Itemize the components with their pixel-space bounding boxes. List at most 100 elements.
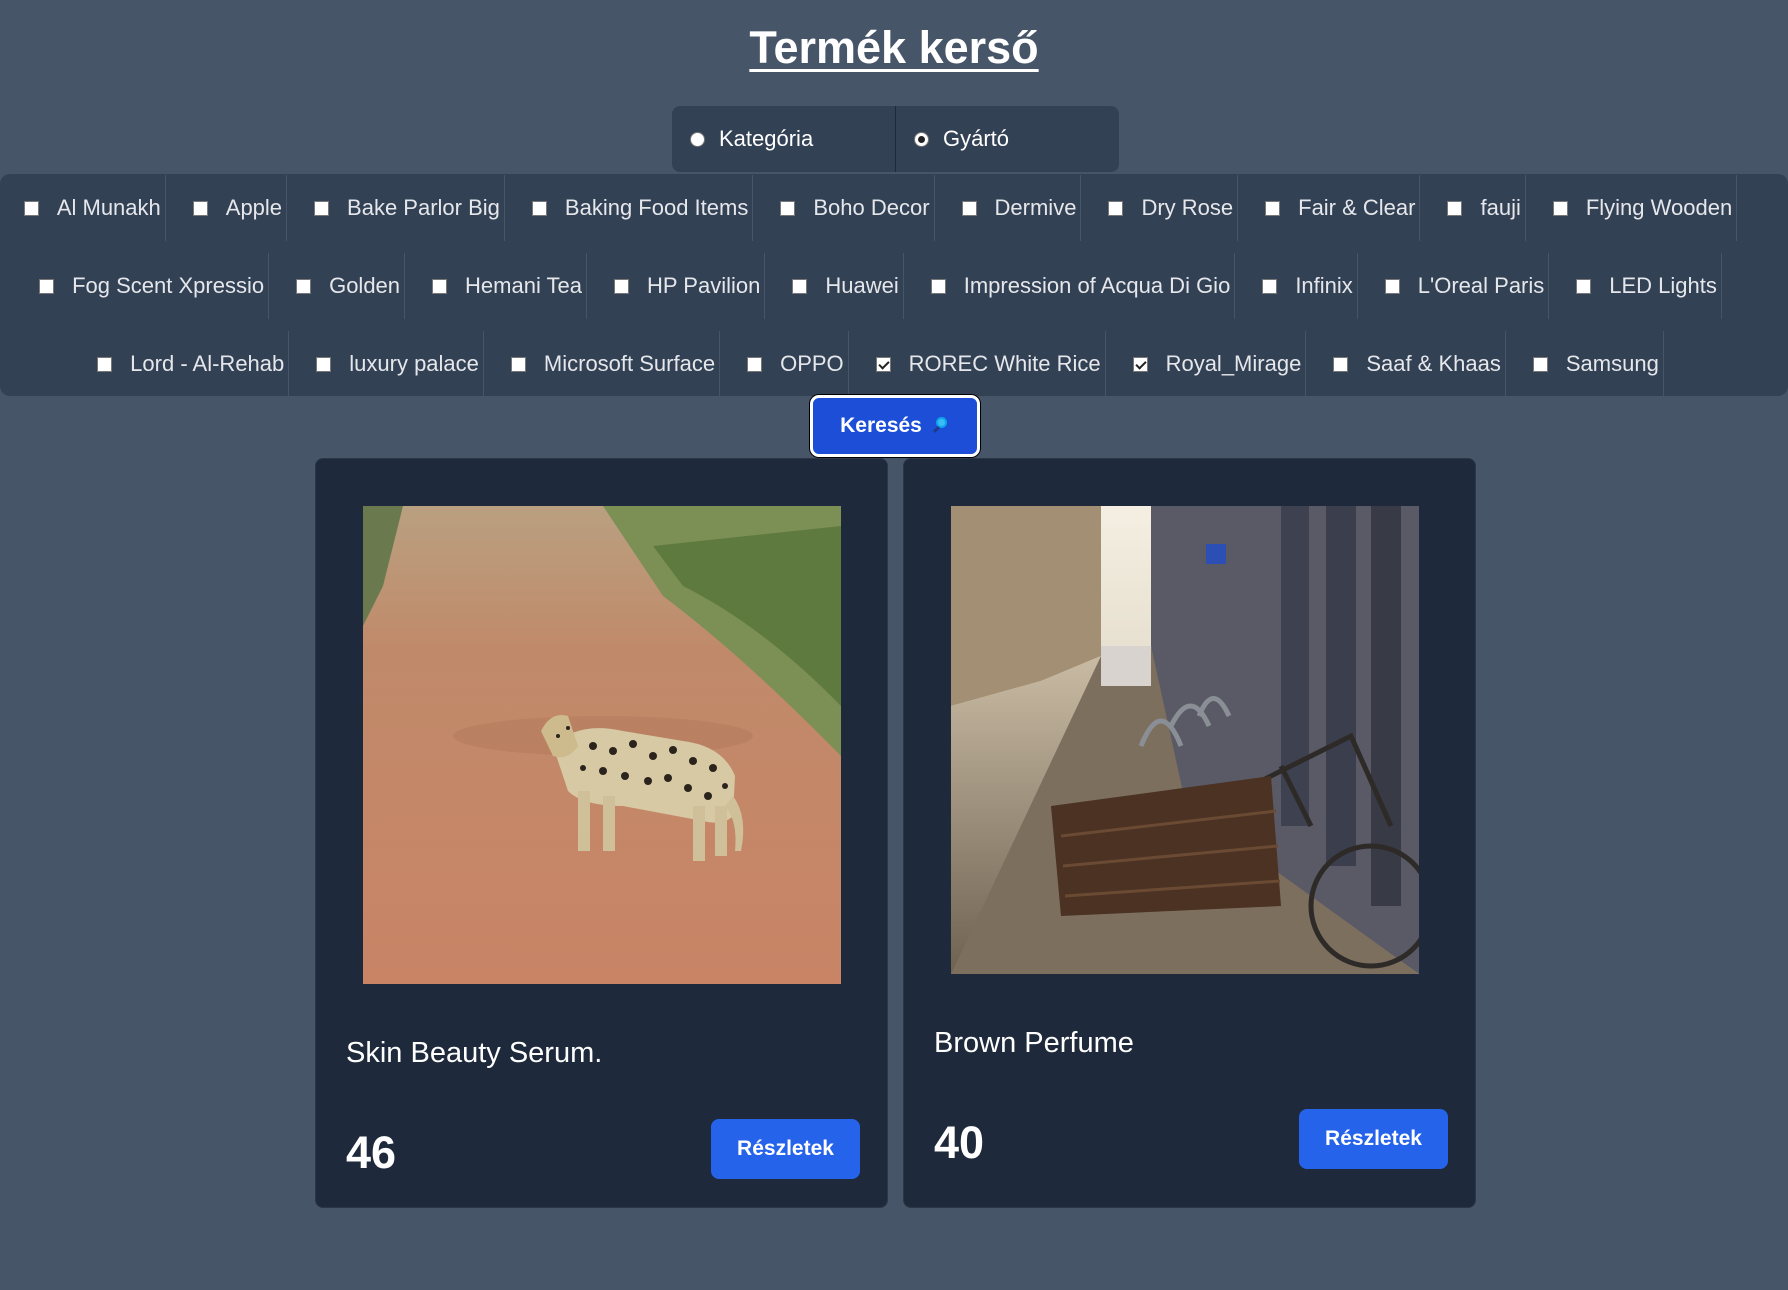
filter-option[interactable]: HP Pavilion [614, 253, 766, 319]
filter-option[interactable]: Huawei [792, 253, 904, 319]
search-button-label: Keresés [840, 414, 922, 437]
filter-label: HP Pavilion [647, 273, 761, 298]
filter-option[interactable]: Hemani Tea [432, 253, 588, 319]
filter-checkbox[interactable] [614, 278, 630, 294]
filter-label: L'Oreal Paris [1417, 273, 1545, 298]
filter-row: Lord - Al-Rehab luxury palace Microsoft Su… [0, 331, 1788, 397]
filter-option[interactable]: Al Munakh [23, 175, 166, 241]
filter-option[interactable]: Boho Decor [780, 175, 935, 241]
filter-label: Royal_Mirage [1165, 351, 1302, 376]
filter-label: Saaf & Khaas [1366, 351, 1501, 376]
filter-option[interactable]: Microsoft Surface [510, 331, 721, 397]
filter-checkbox[interactable] [1552, 200, 1568, 216]
filter-checkbox[interactable] [780, 200, 796, 216]
filter-checkbox[interactable] [1108, 200, 1124, 216]
filter-option[interactable]: Apple [192, 175, 288, 241]
filter-label: Infinix [1295, 273, 1353, 298]
filter-checkbox[interactable] [1333, 356, 1349, 372]
filter-option[interactable]: Samsung [1532, 331, 1664, 397]
filter-checkbox[interactable] [1532, 356, 1548, 372]
mode-label-category: Kategória [719, 126, 814, 151]
filter-checkbox[interactable] [747, 356, 763, 372]
filter-label: Huawei [825, 273, 899, 298]
filter-checkbox[interactable] [1262, 278, 1278, 294]
filter-label: fauji [1480, 195, 1521, 220]
filter-checkbox[interactable] [1132, 356, 1148, 372]
filter-label: Fair & Clear [1298, 195, 1416, 220]
filter-checkbox[interactable] [23, 200, 39, 216]
filter-label: Fog Scent Xpressio [72, 273, 265, 298]
filter-checkbox[interactable] [531, 200, 547, 216]
filter-label: Apple [225, 195, 283, 220]
filter-option[interactable]: luxury palace [316, 331, 484, 397]
filter-option[interactable]: Golden [296, 253, 406, 319]
filter-checkbox[interactable] [930, 278, 946, 294]
filter-checkbox[interactable] [39, 278, 55, 294]
filter-option[interactable]: Royal_Mirage [1132, 331, 1307, 397]
filter-option[interactable]: LED Lights [1576, 253, 1722, 319]
filter-label: Dermive [994, 195, 1077, 220]
details-button[interactable]: Részletek [1299, 1109, 1448, 1169]
filter-label: LED Lights [1609, 273, 1717, 298]
product-price: 46 [346, 1127, 397, 1178]
filter-checkbox[interactable] [875, 356, 891, 372]
filter-option[interactable]: Flying Wooden [1552, 175, 1738, 241]
filter-checkbox[interactable] [1384, 278, 1400, 294]
filter-row: Fog Scent Xpressio Golden Hemani Tea HP Pav… [0, 253, 1788, 319]
filter-option[interactable]: Saaf & Khaas [1333, 331, 1506, 397]
product-name: Brown Perfume [934, 1027, 1134, 1059]
filter-option[interactable]: Impression of Acqua Di Gio [930, 253, 1236, 319]
search-button[interactable]: Keresés [810, 395, 980, 457]
filter-label: Samsung [1565, 351, 1659, 376]
filter-checkbox[interactable] [432, 278, 448, 294]
mode-label-manufacturer: Gyártó [943, 126, 1010, 151]
filter-checkbox[interactable] [510, 356, 526, 372]
filter-checkbox[interactable] [1576, 278, 1592, 294]
filter-option[interactable]: Infinix [1262, 253, 1358, 319]
filter-checkbox[interactable] [316, 356, 332, 372]
filter-option[interactable]: Baking Food Items [531, 175, 754, 241]
filter-label: Flying Wooden [1585, 195, 1733, 220]
filter-checkbox[interactable] [1265, 200, 1281, 216]
filter-option[interactable]: Fair & Clear [1265, 175, 1421, 241]
product-card: Skin Beauty Serum. 46 Részletek [315, 458, 888, 1208]
page-title: Termék kerső [749, 22, 1039, 73]
filter-row: Al Munakh Apple Bake Parlor Big Baking Food… [0, 175, 1788, 241]
filter-option[interactable]: Dermive [961, 175, 1082, 241]
filter-label: Impression of Acqua Di Gio [963, 273, 1231, 298]
details-button[interactable]: Részletek [711, 1119, 860, 1179]
manufacturer-filter-panel: Al Munakh Apple Bake Parlor Big Baking Food… [0, 174, 1788, 397]
filter-checkbox[interactable] [296, 278, 312, 294]
filter-option[interactable]: ROREC White Rice [875, 331, 1106, 397]
filter-option[interactable]: L'Oreal Paris [1384, 253, 1550, 319]
filter-checkbox[interactable] [314, 200, 330, 216]
filter-option[interactable]: fauji [1447, 175, 1526, 241]
product-price: 40 [934, 1117, 985, 1168]
filter-checkbox[interactable] [961, 200, 977, 216]
filter-label: Dry Rose [1141, 195, 1234, 220]
mode-option-manufacturer[interactable]: Gyártó [895, 106, 1119, 172]
filter-label: Bake Parlor Big [347, 195, 500, 220]
filter-label: luxury palace [349, 351, 479, 376]
filter-option[interactable]: Lord - Al-Rehab [97, 331, 290, 397]
radio-category[interactable] [690, 131, 705, 147]
filter-label: Boho Decor [813, 195, 930, 220]
filter-label: OPPO [780, 351, 844, 376]
filter-option[interactable]: Dry Rose [1108, 175, 1239, 241]
filter-label: Microsoft Surface [543, 351, 716, 376]
filter-label: Baking Food Items [564, 195, 749, 220]
mode-option-category[interactable]: Kategória [672, 106, 895, 172]
filter-option[interactable]: OPPO [747, 331, 849, 397]
filter-checkbox[interactable] [792, 278, 808, 294]
product-image [363, 506, 841, 984]
filter-label: Hemani Tea [465, 273, 583, 298]
filter-checkbox[interactable] [192, 200, 208, 216]
filter-label: Al Munakh [56, 195, 161, 220]
product-image [951, 506, 1419, 974]
radio-manufacturer[interactable] [914, 131, 929, 147]
filter-checkbox[interactable] [1447, 200, 1463, 216]
filter-option[interactable]: Bake Parlor Big [314, 175, 505, 241]
filter-option[interactable]: Fog Scent Xpressio [39, 253, 270, 319]
filter-label: Golden [329, 273, 401, 298]
filter-checkbox[interactable] [97, 356, 113, 372]
